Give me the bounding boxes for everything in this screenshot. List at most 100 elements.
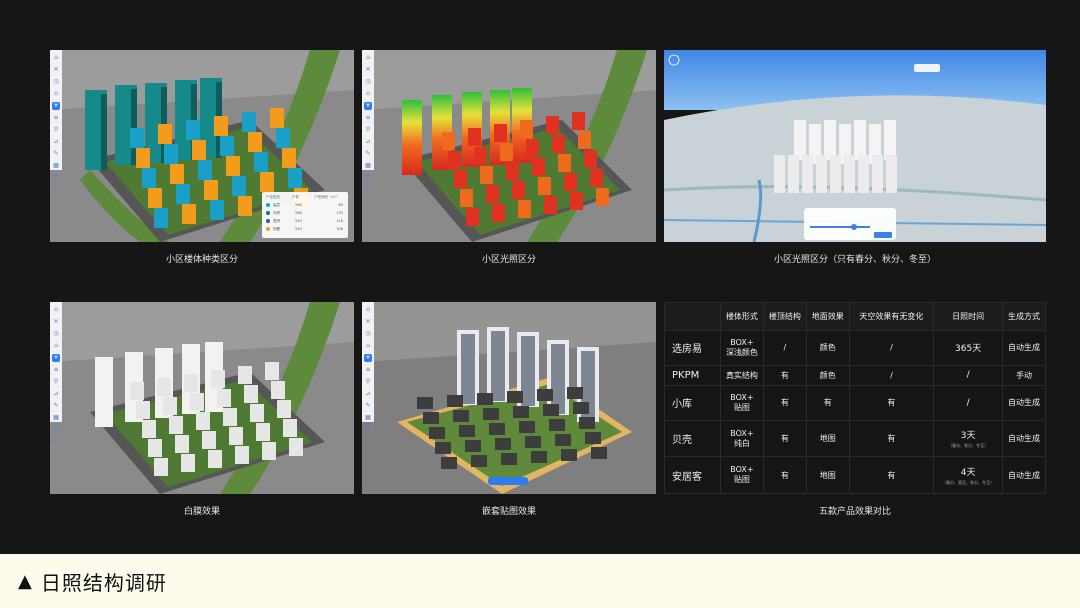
pin-icon[interactable]: ⚲ [364,126,372,134]
low-rise-building [501,453,517,465]
sun-icon[interactable]: ☀ [52,102,60,110]
download-icon[interactable]: ⇩ [52,438,60,446]
low-rise-building [495,438,511,450]
download-icon[interactable]: ⇩ [364,186,372,194]
low-rise-building [277,400,291,418]
edit-icon[interactable]: ✎ [52,402,60,410]
home-icon[interactable]: ⌂ [52,54,60,62]
grid-icon[interactable]: ▦ [364,162,372,170]
layers-icon[interactable]: ≡ [52,366,60,374]
legend-area: 118 [336,219,343,223]
home-icon[interactable]: ⌂ [364,90,372,98]
clock-icon[interactable]: ◷ [364,330,372,338]
grid-icon[interactable]: ▦ [364,414,372,422]
low-rise-building [208,450,222,468]
edit-icon[interactable]: ✎ [52,150,60,158]
low-rise-building [466,208,479,226]
low-rise-building [558,154,571,172]
low-rise-building [512,181,525,199]
caption-textured-model: 嵌套贴图效果 [481,507,536,517]
table-row: 选房易 BOX+ 深浅颜色 / 颜色/365天 自动生成 [664,330,1046,366]
caption-white-model: 白膜效果 [183,507,220,517]
ruler-icon[interactable]: ⊿ [52,390,60,398]
low-rise-building [886,179,897,193]
filter-icon[interactable]: ⚲ [52,174,60,182]
low-rise-building [164,144,178,164]
grid-icon[interactable]: ▦ [52,414,60,422]
ruler-icon[interactable]: ⊿ [52,138,60,146]
low-rise-building [546,116,559,134]
download-icon[interactable]: ⇩ [364,438,372,446]
building-form: BOX+ 纯白 [720,419,764,458]
close-icon[interactable]: ✕ [52,66,60,74]
window-pattern [551,344,565,414]
roof-structure: 有 [762,384,807,421]
low-rise-building [844,155,855,169]
scene-3d-view [362,50,656,242]
edit-icon[interactable]: ✎ [364,402,372,410]
close-icon[interactable]: ✕ [364,66,372,74]
low-rise-building [552,135,565,153]
clock-icon[interactable]: ◷ [52,78,60,86]
low-rise-building [802,167,813,181]
legend-row: 高层 288 89 [266,201,344,209]
ground-effect: 地图 [805,456,850,494]
edit-icon[interactable]: ✎ [364,150,372,158]
low-rise-building [265,362,279,380]
low-rise-building [283,419,297,437]
home-icon[interactable]: ⌂ [52,342,60,350]
building-shadow [101,94,107,170]
sky-effect: 有 [848,456,935,494]
product-name: PKPM [664,364,721,386]
pin-icon[interactable]: ⚲ [52,378,60,386]
sun-icon[interactable]: ☀ [52,354,60,362]
close-icon[interactable]: ✕ [364,318,372,326]
low-rise-building [544,196,557,214]
home-icon[interactable]: ⌂ [364,342,372,350]
pin-icon[interactable]: ⚲ [364,378,372,386]
pin-icon[interactable]: ⚲ [52,126,60,134]
sky-effect: 有 [848,384,935,421]
home-icon[interactable]: ⌂ [364,306,372,314]
sun-icon[interactable]: ☀ [364,102,372,110]
low-rise-building [844,179,855,193]
low-rise-building [196,412,210,430]
clock-icon[interactable]: ◷ [52,330,60,338]
caption-comparison: 五款产品效果对比 [818,507,891,517]
low-rise-building [289,438,303,456]
scene-textured-model: ⌂ ✕ ◷ ⌂ ☀ ≡ ⚲ ⊿ ✎ ▦ ⚲ ⇩ [362,302,656,494]
clock-icon[interactable]: ◷ [364,78,372,86]
close-icon[interactable]: ✕ [52,318,60,326]
sunlight-days: 3天 [960,431,976,442]
filter-icon[interactable]: ⚲ [364,426,372,434]
filter-icon[interactable]: ⚲ [52,426,60,434]
low-rise-building [564,173,577,191]
label-button[interactable] [488,477,528,485]
low-rise-building [198,160,212,180]
home-icon[interactable]: ⌂ [52,90,60,98]
grid-icon[interactable]: ▦ [52,162,60,170]
home-icon[interactable]: ⌂ [364,54,372,62]
ground-effect: 有 [805,384,850,421]
low-rise-building [573,402,589,414]
corner-header [664,302,721,331]
sunlight-days: / [966,370,970,381]
low-rise-building [525,436,541,448]
sun-icon[interactable]: ☀ [364,354,372,362]
download-icon[interactable]: ⇩ [52,186,60,194]
low-rise-building [182,204,196,224]
layers-icon[interactable]: ≡ [364,114,372,122]
low-rise-building [170,164,184,184]
layers-icon[interactable]: ≡ [52,114,60,122]
low-rise-building [872,155,883,169]
low-rise-building [844,167,855,181]
ruler-icon[interactable]: ⊿ [364,138,372,146]
low-rise-building [176,184,190,204]
ruler-icon[interactable]: ⊿ [364,390,372,398]
home-icon[interactable]: ⌂ [52,306,60,314]
filter-icon[interactable]: ⚲ [364,174,372,182]
layers-icon[interactable]: ≡ [364,366,372,374]
low-rise-building [492,204,505,222]
low-rise-building [136,401,150,419]
legend-color-swatch [266,211,270,215]
